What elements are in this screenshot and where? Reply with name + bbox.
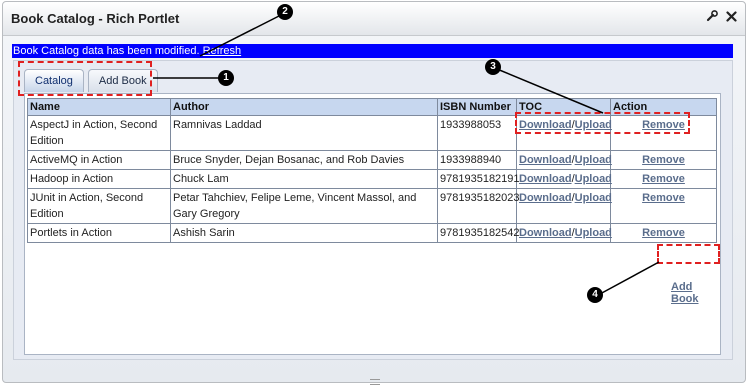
- book-name: Portlets in Action: [27, 223, 171, 243]
- toc-cell: Download/Upload: [516, 169, 612, 189]
- table-row: JUnit in Action, Second Edition Petar Ta…: [27, 188, 717, 224]
- book-name: JUnit in Action, Second Edition: [27, 188, 171, 224]
- book-isbn: 1933988053: [437, 115, 517, 151]
- table-header-row: Name Author ISBN Number TOC Action: [27, 98, 717, 116]
- wrench-icon[interactable]: [706, 10, 718, 22]
- column-header-name: Name: [27, 98, 171, 116]
- remove-link[interactable]: Remove: [642, 154, 685, 166]
- toc-cell: Download/Upload: [516, 115, 612, 151]
- book-author: Chuck Lam: [170, 169, 438, 189]
- toc-cell: Download/Upload: [516, 150, 612, 170]
- column-header-author: Author: [170, 98, 438, 116]
- add-book-link[interactable]: Add Book: [671, 281, 720, 305]
- portlet-content: Catalog Add Book Name Author ISBN Number…: [13, 60, 733, 360]
- portlet-titlebar: Book Catalog - Rich Portlet: [3, 2, 745, 36]
- download-link[interactable]: Download: [519, 173, 572, 185]
- download-link[interactable]: Download: [519, 154, 572, 166]
- upload-link[interactable]: Upload: [575, 119, 612, 131]
- action-cell: Remove: [610, 223, 717, 243]
- tab-add-book[interactable]: Add Book: [87, 69, 158, 92]
- table-row: ActiveMQ in Action Bruce Snyder, Dejan B…: [27, 150, 717, 170]
- column-header-action: Action: [610, 98, 717, 116]
- download-link[interactable]: Download: [519, 192, 572, 204]
- catalog-panel: Name Author ISBN Number TOC Action Aspec…: [24, 93, 721, 355]
- remove-link[interactable]: Remove: [642, 173, 685, 185]
- portlet-tools: [706, 10, 737, 22]
- remove-link[interactable]: Remove: [642, 119, 685, 131]
- remove-link[interactable]: Remove: [642, 227, 685, 239]
- refresh-link[interactable]: Refresh: [203, 45, 242, 57]
- book-author: Ramnivas Laddad: [170, 115, 438, 151]
- table-row: Portlets in Action Ashish Sarin 97819351…: [27, 223, 717, 243]
- portlet-title: Book Catalog - Rich Portlet: [11, 11, 180, 26]
- book-name: ActiveMQ in Action: [27, 150, 171, 170]
- notice-message: Book Catalog data has been modified.: [13, 45, 200, 57]
- book-author: Ashish Sarin: [170, 223, 438, 243]
- resize-grip-icon[interactable]: [370, 379, 380, 385]
- remove-link[interactable]: Remove: [642, 192, 685, 204]
- book-name: Hadoop in Action: [27, 169, 171, 189]
- callout-2: 2: [277, 4, 293, 20]
- column-header-isbn: ISBN Number: [437, 98, 517, 116]
- download-link[interactable]: Download: [519, 119, 572, 131]
- download-link[interactable]: Download: [519, 227, 572, 239]
- table-row: Hadoop in Action Chuck Lam 9781935182191…: [27, 169, 717, 189]
- book-name: AspectJ in Action, Second Edition: [27, 115, 171, 151]
- book-table: Name Author ISBN Number TOC Action Aspec…: [27, 98, 717, 243]
- upload-link[interactable]: Upload: [575, 173, 612, 185]
- action-cell: Remove: [610, 115, 717, 151]
- upload-link[interactable]: Upload: [575, 192, 612, 204]
- table-row: AspectJ in Action, Second Edition Ramniv…: [27, 115, 717, 151]
- book-author: Bruce Snyder, Dejan Bosanac, and Rob Dav…: [170, 150, 438, 170]
- book-isbn: 9781935182191: [437, 169, 520, 189]
- action-cell: Remove: [610, 169, 717, 189]
- toc-cell: Download/Upload: [516, 188, 612, 224]
- upload-link[interactable]: Upload: [575, 227, 612, 239]
- close-icon[interactable]: [726, 10, 737, 22]
- upload-link[interactable]: Upload: [575, 154, 612, 166]
- callout-1: 1: [218, 70, 234, 86]
- book-isbn: 9781935182023: [437, 188, 520, 224]
- tab-bar: Catalog Add Book: [24, 69, 158, 92]
- book-isbn: 9781935182542: [437, 223, 520, 243]
- action-cell: Remove: [610, 150, 717, 170]
- modified-notice: Book Catalog data has been modified. Ref…: [12, 44, 733, 58]
- book-author: Petar Tahchiev, Felipe Leme, Vincent Mas…: [170, 188, 438, 224]
- callout-4: 4: [587, 287, 603, 303]
- book-isbn: 1933988940: [437, 150, 517, 170]
- callout-3: 3: [485, 59, 501, 75]
- column-header-toc: TOC: [516, 98, 611, 116]
- action-cell: Remove: [610, 188, 717, 224]
- toc-cell: Download/Upload: [516, 223, 612, 243]
- tab-catalog[interactable]: Catalog: [24, 69, 84, 92]
